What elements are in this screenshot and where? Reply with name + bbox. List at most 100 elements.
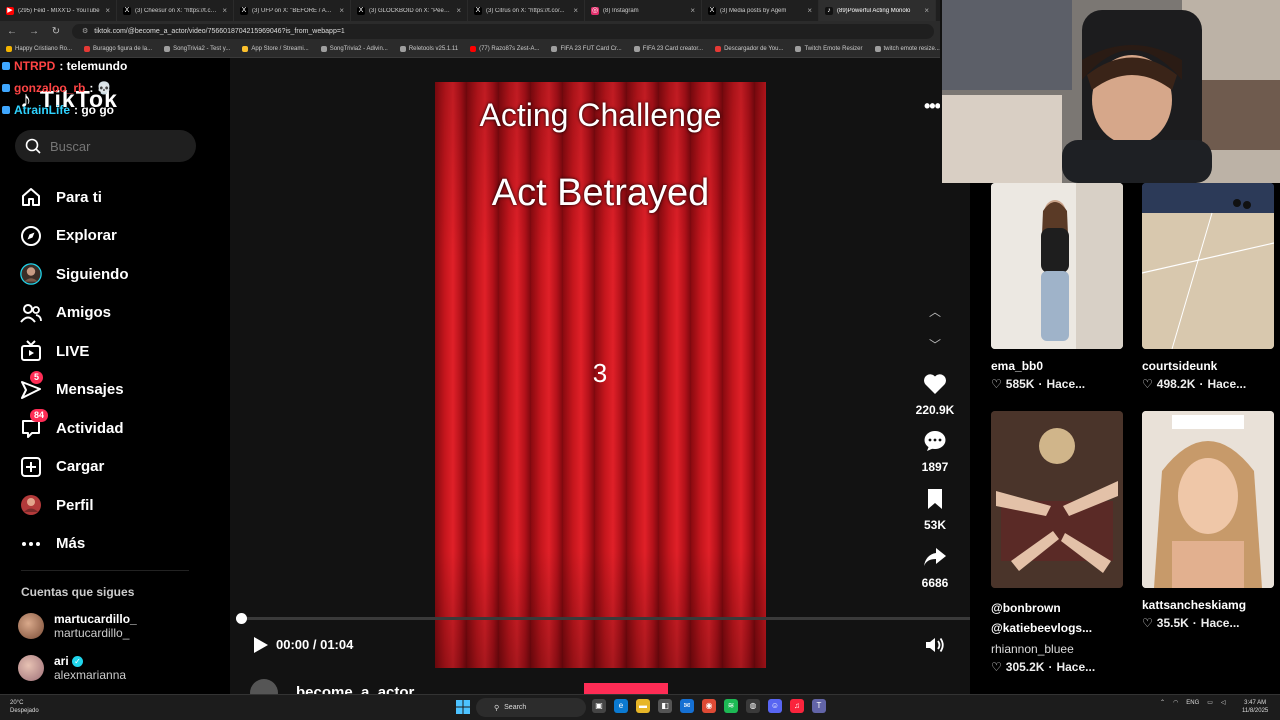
card-meta: ♡ 305.2K · Hace... [991, 660, 1096, 674]
progress-handle[interactable] [236, 613, 247, 624]
forward-icon[interactable]: → [28, 26, 40, 37]
bookmark-item[interactable]: Buraggo figura de la... [84, 46, 152, 52]
video-thumbnail[interactable] [1142, 183, 1274, 349]
following-account[interactable]: martucardillo_ martucardillo_ [18, 612, 137, 640]
wifi-icon[interactable]: ◠ [1173, 699, 1178, 706]
browser-tab[interactable]: X (3) Citrus on X: "https://t.co/... × [468, 0, 585, 21]
bookmark-item[interactable]: SongTrivia2 - Test y... [164, 46, 230, 52]
video-card[interactable]: courtsideunk ♡ 498.2K · Hace... [1142, 183, 1274, 391]
close-icon[interactable]: × [807, 6, 812, 15]
play-icon[interactable] [250, 635, 270, 655]
obs-icon[interactable]: ◍ [746, 699, 760, 713]
save-action[interactable]: 53K [905, 488, 965, 532]
close-icon[interactable]: × [105, 6, 110, 15]
chevron-up-icon[interactable]: ︿ [925, 303, 945, 320]
heart-icon[interactable] [923, 373, 947, 395]
bookmark-item[interactable]: Reletools v25.1.11 [399, 46, 458, 52]
comment-icon[interactable] [923, 430, 947, 452]
music-icon[interactable]: ♫ [790, 699, 804, 713]
sidebar-item-explorar[interactable]: Explorar [20, 217, 129, 256]
browser-tab[interactable]: ◎ (8) Instagram × [585, 0, 702, 21]
sidebar-item-live[interactable]: LIVE [20, 332, 129, 371]
bookmark-item[interactable]: Descargador de You... [715, 46, 783, 52]
language-indicator[interactable]: ENG [1186, 700, 1199, 706]
windows-start-icon[interactable] [456, 700, 470, 714]
video-card[interactable]: kattsancheskiamg ♡ 35.5K · Hace... [1142, 411, 1274, 630]
tab-title: (3) Media posts by Agem [720, 7, 787, 14]
weather-widget[interactable]: 20°C Despejado [10, 699, 39, 715]
chevron-up-icon[interactable]: ⌃ [1160, 699, 1165, 706]
sidebar-item-mensajes[interactable]: 5 Mensajes [20, 370, 129, 410]
chrome-icon[interactable]: ◉ [702, 699, 716, 713]
card-sub-author[interactable]: rhiannon_bluee [991, 642, 1123, 656]
sidebar-item-cargar[interactable]: Cargar [20, 448, 129, 487]
browser-tab[interactable]: X (3) Cheesur on X: "https://t.co/... × [117, 0, 234, 21]
teams-icon[interactable]: T [812, 699, 826, 713]
browser-tab[interactable]: X (3) UFP on X: "BEFORE / AFTER × [234, 0, 351, 21]
bookmark-item[interactable]: FIFA 23 FUT Card Cr... [551, 46, 622, 52]
bookmark-item[interactable]: (77) Razo87s Zest-A... [470, 46, 539, 52]
like-action[interactable]: 220.9K [905, 373, 965, 417]
sidebar-item-actividad[interactable]: 84 Actividad [20, 409, 129, 448]
system-clock[interactable]: 3:47 AM 11/8/2025 [1242, 699, 1268, 715]
browser-tab[interactable]: ▶ (295) Feid - MIXX'D - YouTube × [0, 0, 117, 21]
address-bar[interactable]: ⚙ tiktok.com/@become_a_actor/video/75660… [72, 23, 934, 39]
site-info-icon[interactable]: ⚙ [82, 27, 88, 35]
sidebar-item-para-ti[interactable]: Para ti [20, 178, 129, 217]
search-box[interactable] [15, 130, 196, 162]
close-icon[interactable]: × [222, 6, 227, 15]
card-author[interactable]: ema_bb0 [991, 359, 1123, 373]
spotify-icon[interactable]: ≋ [724, 699, 738, 713]
bookmark-favicon-icon [164, 46, 171, 52]
share-action[interactable]: 6686 [905, 546, 965, 590]
card-author[interactable]: courtsideunk [1142, 359, 1274, 373]
video-progress-bar[interactable] [236, 613, 970, 624]
next-video-author[interactable]: become_a_actor [250, 679, 950, 707]
following-account[interactable]: ari ✓ alexmarianna [18, 654, 126, 682]
close-icon[interactable]: × [924, 6, 929, 15]
bookmark-item[interactable]: Twitch Emote Resizer [795, 46, 863, 52]
bookmark-icon[interactable] [926, 488, 944, 510]
sidebar-item-perfil[interactable]: Perfil [20, 486, 129, 525]
mail-icon[interactable]: ✉ [680, 699, 694, 713]
browser-tab[interactable]: X (3) GLOCKBOID on X: "Peep the × [351, 0, 468, 21]
close-icon[interactable]: × [456, 6, 461, 15]
reload-icon[interactable]: ↻ [50, 26, 62, 37]
video-thumbnail[interactable] [991, 411, 1123, 588]
discord-icon[interactable]: ☺ [768, 699, 782, 713]
share-icon[interactable] [923, 546, 947, 568]
like-count: 220.9K [915, 403, 955, 417]
close-icon[interactable]: × [339, 6, 344, 15]
sidebar-item-amigos[interactable]: Amigos [20, 294, 129, 333]
taskbar-search[interactable]: ⚲ Search [476, 698, 586, 717]
browser-tab[interactable]: ♪ (89)Powerful Acting Monolo × [819, 0, 936, 21]
task-view-icon[interactable]: ▣ [592, 699, 606, 713]
sidebar-item-siguiendo[interactable]: Siguiendo [20, 255, 129, 294]
card-author[interactable]: kattsancheskiamg [1142, 598, 1274, 612]
search-input[interactable] [50, 138, 180, 154]
close-icon[interactable]: × [573, 6, 578, 15]
browser-tab[interactable]: X (3) Media posts by Agem × [702, 0, 819, 21]
video-card[interactable]: ema_bb0 ♡ 585K · Hace... [991, 183, 1123, 391]
video-card[interactable]: @bonbrown @katiebeevlogs... rhiannon_blu… [991, 411, 1123, 674]
comment-action[interactable]: 1897 [905, 430, 965, 474]
bookmark-item[interactable]: SongTrivia2 - Adivin... [320, 46, 388, 52]
more-options-icon[interactable]: ••• [924, 96, 941, 117]
bookmark-item[interactable]: Happy Cristiano Ro... [6, 46, 72, 52]
speaker-icon[interactable]: ◁ [1221, 699, 1226, 706]
video-thumbnail[interactable] [1142, 411, 1274, 588]
file-explorer-icon[interactable]: ▬ [636, 699, 650, 713]
bookmark-item[interactable]: FIFA 23 Card creator... [633, 46, 703, 52]
edge-icon[interactable]: e [614, 699, 628, 713]
bookmark-item[interactable]: App Store / Streami... [242, 46, 309, 52]
sidebar-item-m-s[interactable]: Más [20, 525, 129, 564]
video-thumbnail[interactable] [991, 183, 1123, 349]
chevron-down-icon[interactable]: ﹀ [925, 336, 945, 353]
display-icon[interactable]: ▭ [1207, 699, 1213, 706]
store-icon[interactable]: ◧ [658, 699, 672, 713]
bookmark-item[interactable]: twitch emote resize... [874, 46, 940, 52]
back-icon[interactable]: ← [6, 26, 18, 37]
close-icon[interactable]: × [690, 6, 695, 15]
card-author[interactable]: @bonbrown @katiebeevlogs... [991, 598, 1131, 638]
volume-icon[interactable] [924, 635, 946, 655]
